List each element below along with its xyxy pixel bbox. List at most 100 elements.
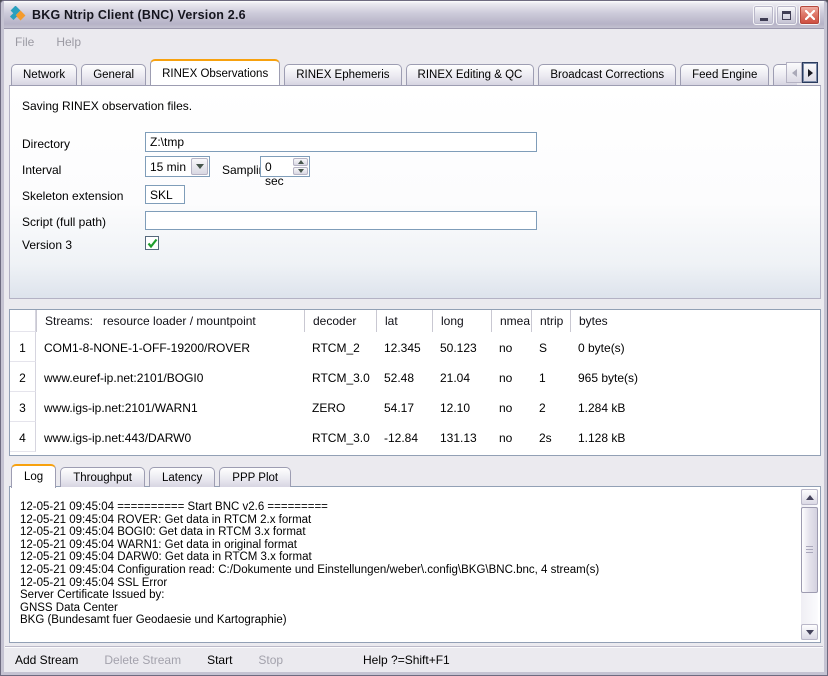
cell-decoder: RTCM_3.0 [304, 422, 376, 452]
chevron-down-icon [196, 164, 204, 169]
title-bar[interactable]: BKG Ntrip Client (BNC) Version 2.6 [2, 1, 826, 29]
tab-network[interactable]: Network [11, 64, 77, 85]
cell-lat: 12.345 [376, 332, 432, 362]
cell-bytes: 1.284 kB [570, 392, 820, 422]
maximize-icon [782, 11, 791, 20]
tab-rinex-ephemeris[interactable]: RINEX Ephemeris [284, 64, 401, 85]
close-button[interactable] [799, 5, 820, 25]
cell-decoder: RTCM_2 [304, 332, 376, 362]
header-long: long [432, 310, 491, 332]
log-line: 12-05-21 09:45:04 BOGI0: Get data in RTC… [20, 526, 796, 539]
menu-file[interactable]: File [15, 35, 34, 49]
stop-button[interactable]: Stop [258, 653, 283, 667]
interval-dropdown-button[interactable] [191, 158, 208, 175]
header-nmea: nmea [491, 310, 531, 332]
script-path-label: Script (full path) [22, 215, 106, 229]
scrollbar-thumb[interactable] [801, 507, 818, 593]
header-lat: lat [376, 310, 432, 332]
rinex-observations-panel: Saving RINEX observation files. Director… [9, 85, 821, 299]
tab-scroll-left-button[interactable] [786, 62, 802, 83]
tab-throughput[interactable]: Throughput [60, 467, 145, 487]
tab-rinex-observations[interactable]: RINEX Observations [150, 59, 280, 85]
tab-general[interactable]: General [81, 64, 146, 85]
arrow-left-icon [792, 69, 797, 77]
delete-stream-button[interactable]: Delete Stream [104, 653, 181, 667]
log-line: GNSS Data Center [20, 602, 796, 615]
tab-feed-engine[interactable]: Feed Engine [680, 64, 769, 85]
streams-table: Streams: resource loader / mountpoint de… [9, 309, 821, 456]
cell-lat: 52.48 [376, 362, 432, 392]
menu-help[interactable]: Help [56, 35, 81, 49]
tab-scroll-arrows [786, 62, 818, 83]
scroll-up-button[interactable] [801, 489, 818, 505]
log-panel: 12-05-21 09:45:04 ========== Start BNC v… [9, 486, 821, 643]
cell-mountpoint: www.igs-ip.net:2101/WARN1 [36, 392, 304, 422]
header-decoder: decoder [304, 310, 376, 332]
skeleton-extension-label: Skeleton extension [22, 189, 123, 203]
scroll-down-button[interactable] [801, 624, 818, 640]
sampling-spinner[interactable]: 0 sec [260, 156, 310, 177]
cell-bytes: 0 byte(s) [570, 332, 820, 362]
log-line: BKG (Bundesamt fuer Geodaesie und Kartog… [20, 614, 796, 627]
directory-label: Directory [22, 137, 70, 151]
cell-bytes: 965 byte(s) [570, 362, 820, 392]
cell-mountpoint: www.euref-ip.net:2101/BOGI0 [36, 362, 304, 392]
log-scrollbar[interactable] [801, 489, 818, 640]
directory-input[interactable] [145, 132, 537, 152]
tab-ppp-plot[interactable]: PPP Plot [219, 467, 291, 487]
table-row[interactable]: 1 COM1-8-NONE-1-OFF-19200/ROVER RTCM_2 1… [10, 332, 820, 362]
cell-lat: 54.17 [376, 392, 432, 422]
tab-broadcast-corrections[interactable]: Broadcast Corrections [538, 64, 676, 85]
log-line: 12-05-21 09:45:04 SSL Error [20, 577, 796, 590]
cell-nmea: no [491, 392, 531, 422]
row-number-header [10, 310, 36, 332]
app-icon [9, 6, 27, 24]
script-path-input[interactable] [145, 211, 537, 230]
cell-nmea: no [491, 422, 531, 452]
tab-latency[interactable]: Latency [149, 467, 215, 487]
log-line: 12-05-21 09:45:04 ========== Start BNC v… [20, 501, 796, 514]
window-title: BKG Ntrip Client (BNC) Version 2.6 [32, 8, 246, 22]
header-ntrip: ntrip [531, 310, 570, 332]
row-number: 1 [10, 332, 36, 362]
help-shortcut-hint: Help ?=Shift+F1 [363, 653, 450, 667]
interval-select[interactable]: 15 min [145, 156, 210, 177]
table-row[interactable]: 4 www.igs-ip.net:443/DARW0 RTCM_3.0 -12.… [10, 422, 820, 452]
cell-ntrip: 2 [531, 392, 570, 422]
cell-ntrip: 2s [531, 422, 570, 452]
cell-decoder: ZERO [304, 392, 376, 422]
tab-rinex-editing-qc[interactable]: RINEX Editing & QC [406, 64, 535, 85]
cell-mountpoint: www.igs-ip.net:443/DARW0 [36, 422, 304, 452]
panel-description: Saving RINEX observation files. [22, 99, 192, 113]
log-text: 12-05-21 09:45:04 ========== Start BNC v… [20, 501, 796, 640]
settings-tab-bar: Network General RINEX Observations RINEX… [11, 57, 797, 85]
action-bar: Add Stream Delete Stream Start Stop Help… [5, 646, 823, 673]
tab-log[interactable]: Log [11, 464, 56, 488]
cell-decoder: RTCM_3.0 [304, 362, 376, 392]
menu-bar: File Help [5, 31, 823, 53]
arrow-up-icon [298, 160, 304, 164]
sampling-down-button[interactable] [293, 167, 308, 175]
skeleton-extension-input[interactable] [145, 185, 185, 204]
minimize-button[interactable] [753, 5, 774, 25]
header-mountpoint: Streams: resource loader / mountpoint [36, 310, 304, 332]
cell-mountpoint: COM1-8-NONE-1-OFF-19200/ROVER [36, 332, 304, 362]
log-line: Server Certificate Issued by: [20, 589, 796, 602]
maximize-button[interactable] [776, 5, 797, 25]
log-line: 12-05-21 09:45:04 WARN1: Get data in ori… [20, 539, 796, 552]
row-number: 3 [10, 392, 36, 422]
version3-checkbox[interactable] [145, 236, 159, 250]
cell-long: 12.10 [432, 392, 491, 422]
sampling-value: 0 sec [261, 157, 292, 176]
start-button[interactable]: Start [207, 653, 232, 667]
add-stream-button[interactable]: Add Stream [15, 653, 78, 667]
log-line: 12-05-21 09:45:04 Configuration read: C:… [20, 564, 796, 577]
checkmark-icon [147, 238, 158, 249]
table-row[interactable]: 2 www.euref-ip.net:2101/BOGI0 RTCM_3.0 5… [10, 362, 820, 392]
arrow-right-icon [808, 69, 813, 77]
row-number: 2 [10, 362, 36, 392]
tab-scroll-right-button[interactable] [802, 62, 818, 83]
cell-lat: -12.84 [376, 422, 432, 452]
sampling-up-button[interactable] [293, 158, 308, 166]
table-row[interactable]: 3 www.igs-ip.net:2101/WARN1 ZERO 54.17 1… [10, 392, 820, 422]
